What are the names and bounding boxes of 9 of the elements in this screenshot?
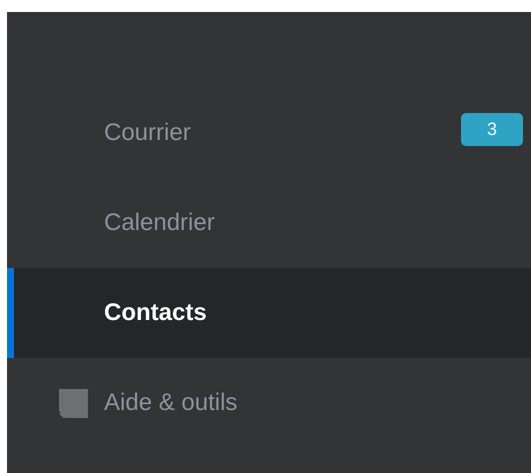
unread-count-badge: 3 [461, 113, 523, 146]
nav-item[interactable]: Calendrier [7, 178, 531, 268]
nav-item[interactable]: Contacts [7, 268, 531, 358]
nav-item[interactable]: Aide & outils [7, 358, 531, 448]
nav-label: Calendrier [104, 209, 215, 237]
nav-label: Aide & outils [104, 389, 238, 417]
nav-item[interactable]: Courrier 3 [7, 88, 531, 178]
nav-label: Contacts [104, 299, 207, 327]
nav-label: Courrier [104, 119, 191, 147]
